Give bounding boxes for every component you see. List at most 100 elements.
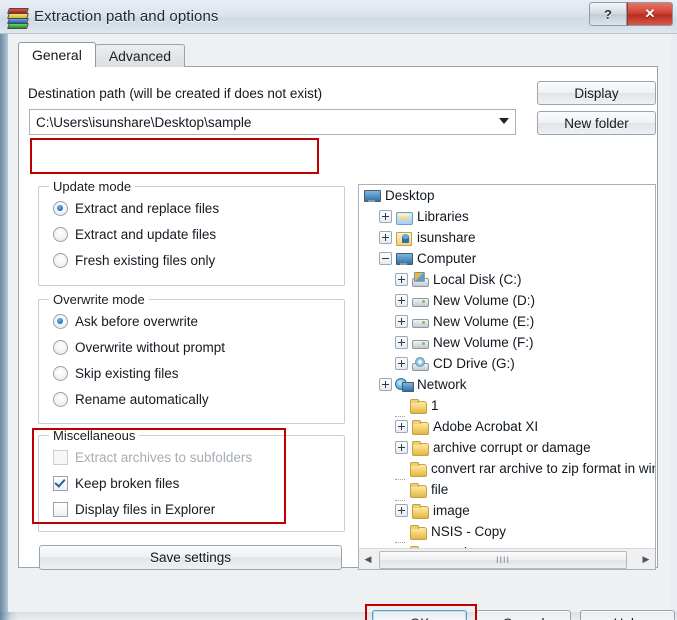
extraction-options-dialog: Extraction path and options ? ✕ General … <box>0 0 677 620</box>
library-icon <box>395 209 413 225</box>
scroll-thumb[interactable]: IIII <box>379 551 627 569</box>
tree-horizontal-scrollbar[interactable]: ◀ IIII ▶ <box>359 548 655 569</box>
expand-icon[interactable] <box>395 315 408 328</box>
expand-icon[interactable] <box>379 378 392 391</box>
tree-item-label: NSIS - Copy <box>431 524 507 539</box>
tree-item[interactable]: Network <box>359 374 655 395</box>
drive-icon <box>411 293 429 309</box>
expand-icon[interactable] <box>395 420 408 433</box>
tree-item-label: Desktop <box>385 188 435 203</box>
checkbox-indicator <box>53 450 68 465</box>
expand-icon[interactable] <box>379 210 392 223</box>
radio-indicator[interactable] <box>53 366 68 381</box>
radio-indicator[interactable] <box>53 340 68 355</box>
scroll-track[interactable]: IIII <box>377 550 637 569</box>
overwrite-mode-caption: Overwrite mode <box>49 292 149 307</box>
tree-item[interactable]: convert rar archive to zip format in win… <box>359 458 655 480</box>
tree-item[interactable]: Adobe Acrobat XI <box>359 416 655 437</box>
radio-extract-and-update-files[interactable]: Extract and update files <box>53 227 216 242</box>
tree-item[interactable]: isunshare <box>359 227 655 248</box>
scroll-right-icon[interactable]: ▶ <box>637 550 655 568</box>
tree-item[interactable]: 1 <box>359 395 655 417</box>
checkbox-indicator[interactable] <box>53 502 68 517</box>
miscellaneous-caption: Miscellaneous <box>49 428 140 443</box>
folder-tree-list[interactable]: Desktop Libraries isunshare Computer Local D… <box>359 185 655 549</box>
computer-icon <box>395 251 413 267</box>
overwrite-mode-group: Overwrite mode Ask before overwrite Over… <box>38 292 345 424</box>
option-label: Rename automatically <box>75 392 209 407</box>
tree-item-label: New Volume (F:) <box>433 335 534 350</box>
tree-item[interactable]: file <box>359 479 655 501</box>
tree-item-label: image <box>433 503 470 518</box>
save-settings-button[interactable]: Save settings <box>39 545 342 570</box>
radio-skip-existing-files[interactable]: Skip existing files <box>53 366 179 381</box>
expand-icon[interactable] <box>395 294 408 307</box>
tree-item[interactable]: archive corrupt or damage <box>359 437 655 458</box>
folder-tree-panel[interactable]: Desktop Libraries isunshare Computer Local D… <box>358 184 656 570</box>
expand-icon[interactable] <box>395 504 408 517</box>
tree-item[interactable]: Libraries <box>359 206 655 227</box>
folder-icon <box>409 482 427 498</box>
radio-ask-before-overwrite[interactable]: Ask before overwrite <box>53 314 198 329</box>
tree-item[interactable]: New Volume (E:) <box>359 311 655 332</box>
chevron-down-icon[interactable] <box>499 118 509 124</box>
caption-buttons: ? ✕ <box>589 2 673 26</box>
expand-icon[interactable] <box>395 336 408 349</box>
destination-path-input[interactable] <box>29 109 516 135</box>
option-label: Display files in Explorer <box>75 502 216 517</box>
option-label: Fresh existing files only <box>75 253 216 268</box>
expand-icon[interactable] <box>395 357 408 370</box>
close-icon[interactable]: ✕ <box>627 2 673 26</box>
folder-icon <box>409 524 427 540</box>
radio-fresh-existing-files-only[interactable]: Fresh existing files only <box>53 253 215 268</box>
tab-advanced[interactable]: Advanced <box>94 44 186 67</box>
tree-item-label: New Volume (D:) <box>433 293 536 308</box>
expand-icon[interactable] <box>395 441 408 454</box>
tab-general[interactable]: General <box>18 42 96 67</box>
collapse-icon[interactable] <box>379 252 392 265</box>
tree-item-label: 1 <box>431 398 439 413</box>
help-button[interactable]: ? <box>589 2 627 26</box>
folder-icon <box>411 419 429 435</box>
tree-item[interactable]: image <box>359 500 655 521</box>
radio-indicator[interactable] <box>53 253 68 268</box>
drive-icon <box>411 335 429 351</box>
checkbox-extract-archives-to-subfolders: Extract archives to subfolders <box>53 450 252 465</box>
folder-icon <box>411 503 429 519</box>
option-label: Extract and update files <box>75 227 217 242</box>
radio-overwrite-without-prompt[interactable]: Overwrite without prompt <box>53 340 225 355</box>
destination-path-combobox[interactable] <box>29 109 516 135</box>
folder-icon <box>411 440 429 456</box>
expand-icon[interactable] <box>395 273 408 286</box>
window-shadow <box>0 612 677 620</box>
display-button[interactable]: Display <box>537 81 656 105</box>
local-disk-icon <box>411 271 429 288</box>
checkbox-keep-broken-files[interactable]: Keep broken files <box>53 476 179 491</box>
tree-item[interactable]: CD Drive (G:) <box>359 353 655 374</box>
checkbox-display-files-in-explorer[interactable]: Display files in Explorer <box>53 502 215 517</box>
tree-item-label: archive corrupt or damage <box>433 440 591 455</box>
tree-item[interactable]: New Volume (F:) <box>359 332 655 353</box>
radio-rename-automatically[interactable]: Rename automatically <box>53 392 209 407</box>
radio-extract-and-replace-files[interactable]: Extract and replace files <box>53 201 219 216</box>
radio-indicator[interactable] <box>53 314 68 329</box>
tree-item[interactable]: New Volume (D:) <box>359 290 655 311</box>
expand-icon[interactable] <box>379 231 392 244</box>
option-label: Overwrite without prompt <box>75 340 226 355</box>
tree-item[interactable]: Local Disk (C:) <box>359 269 655 290</box>
checkbox-indicator[interactable] <box>53 476 68 491</box>
radio-indicator[interactable] <box>53 227 68 242</box>
option-label: Ask before overwrite <box>75 314 199 329</box>
tree-item[interactable]: NSIS - Copy <box>359 521 655 543</box>
radio-indicator[interactable] <box>53 392 68 407</box>
scroll-left-icon[interactable]: ◀ <box>359 550 377 568</box>
window-title: Extraction path and options <box>34 8 219 25</box>
update-mode-group: Update mode Extract and replace files Ex… <box>38 179 345 286</box>
tree-item-label: Adobe Acrobat XI <box>433 419 539 434</box>
tree-item[interactable]: Computer <box>359 248 655 269</box>
new-folder-button[interactable]: New folder <box>537 111 656 135</box>
tree-item[interactable]: Desktop <box>359 185 655 206</box>
folder-icon <box>409 461 427 477</box>
monitor-icon <box>363 188 381 204</box>
radio-indicator[interactable] <box>53 201 68 216</box>
